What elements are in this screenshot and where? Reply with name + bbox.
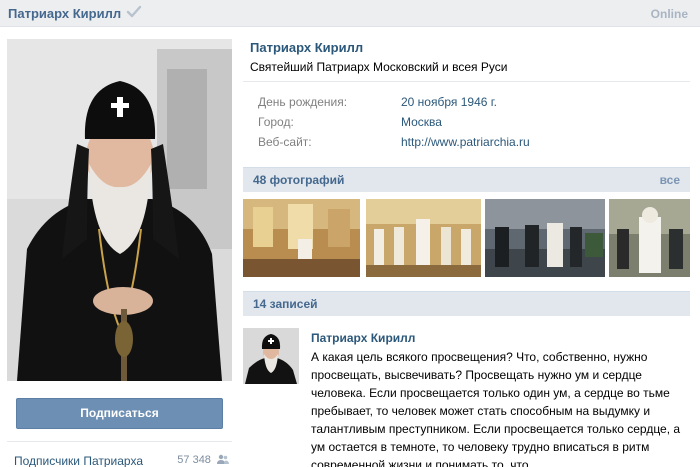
info-label: Веб-сайт: — [258, 135, 312, 149]
divider — [7, 441, 232, 442]
post-avatar[interactable] — [243, 328, 299, 384]
wall-heading[interactable]: 14 записей — [253, 297, 318, 311]
people-icon — [217, 454, 229, 464]
profile-photo[interactable] — [7, 39, 232, 381]
photos-all-link[interactable]: все — [660, 173, 680, 187]
photo-thumbnail[interactable] — [609, 199, 690, 277]
info-value[interactable]: 20 ноября 1946 г. — [401, 95, 497, 109]
info-label: Город: — [258, 115, 294, 129]
post-text: А какая цель всякого просвещения? Что, с… — [311, 350, 681, 467]
online-status: Online — [650, 7, 688, 21]
wall-header[interactable]: 14 записей — [243, 291, 690, 316]
photo-strip — [243, 199, 690, 277]
website-link[interactable]: http://www.patriarchia.ru — [401, 135, 530, 149]
subscribe-button[interactable]: Подписаться — [16, 398, 223, 429]
photo-thumbnail[interactable] — [366, 199, 481, 277]
verified-check-icon — [126, 5, 142, 18]
page-title: Патриарх Кирилл — [250, 40, 364, 55]
subscribers-count: 57 348 — [177, 454, 211, 466]
profile-status: Святейший Патриарх Московский и всея Рус… — [250, 60, 508, 74]
post-author[interactable]: Патриарх Кирилл — [311, 331, 415, 345]
photo-thumbnail[interactable] — [485, 199, 605, 277]
photos-header[interactable]: 48 фотографий все — [243, 167, 690, 192]
left-column: Подписаться Подписчики Патриарха 57 348 — [0, 27, 240, 467]
photos-heading[interactable]: 48 фотографий — [253, 173, 344, 187]
subscribers-row[interactable]: Подписчики Патриарха 57 348 — [14, 454, 229, 467]
info-value[interactable]: Москва — [401, 115, 442, 129]
photo-thumbnail[interactable] — [243, 199, 360, 277]
subscribers-count-wrap: 57 348 — [177, 454, 229, 466]
header-name[interactable]: Патриарх Кирилл — [8, 6, 121, 21]
top-bar: Патриарх Кирилл Online — [0, 0, 700, 27]
subscribers-label[interactable]: Подписчики Патриарха — [14, 454, 143, 467]
info-label: День рождения: — [258, 95, 348, 109]
divider — [243, 81, 690, 82]
